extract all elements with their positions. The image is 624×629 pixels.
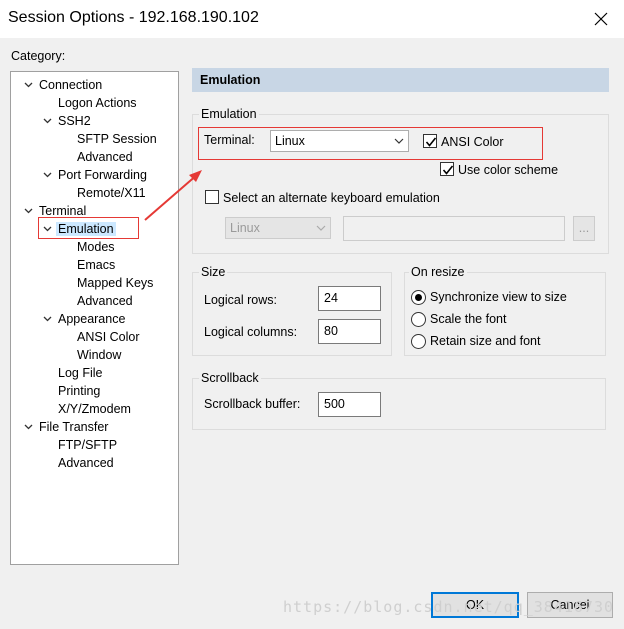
panel-header: Emulation xyxy=(192,68,609,92)
use-color-scheme-label: Use color scheme xyxy=(458,163,559,177)
close-icon xyxy=(594,12,608,26)
tree-item-window[interactable]: Window xyxy=(75,346,123,364)
annotation-box-terminal xyxy=(198,127,543,160)
tree-item-label: Remote/X11 xyxy=(77,186,146,200)
alternate-emulation-label: Select an alternate keyboard emulation xyxy=(223,191,440,205)
tree-item-connection[interactable]: Connection xyxy=(24,76,104,94)
category-tree[interactable]: Connection Logon Actions SSH2 SFTP Session A… xyxy=(10,71,179,565)
tree-item-label: X/Y/Zmodem xyxy=(58,402,131,416)
tree-item-label: Mapped Keys xyxy=(77,276,154,290)
tree-item-advanced[interactable]: Advanced xyxy=(75,292,135,310)
tree-item-label: Appearance xyxy=(58,312,126,326)
tree-item-ansi-color[interactable]: ANSI Color xyxy=(75,328,142,346)
annotation-arrow-icon xyxy=(144,170,202,221)
close-button[interactable] xyxy=(578,0,624,38)
cancel-button[interactable]: Cancel xyxy=(527,592,613,618)
window-title: Session Options - 192.168.190.102 xyxy=(8,9,259,26)
chevron-down-icon[interactable] xyxy=(42,166,52,184)
tree-item-ftp-sftp[interactable]: FTP/SFTP xyxy=(56,436,119,454)
tree-item-label: Logon Actions xyxy=(58,96,137,110)
alternate-emulation-field[interactable] xyxy=(343,216,565,241)
resize-option-radio[interactable] xyxy=(411,312,426,327)
scrollback-buffer-field[interactable]: 500 xyxy=(318,392,381,417)
size-group-title: Size xyxy=(199,265,228,279)
tree-item-label: File Transfer xyxy=(39,420,109,434)
logical-columns-field[interactable]: 80 xyxy=(318,319,381,344)
alternate-select-value: Linux xyxy=(230,221,260,235)
tree-item-label: Printing xyxy=(58,384,101,398)
tree-item-logon-actions[interactable]: Logon Actions xyxy=(56,94,139,112)
tree-item-label: Advanced xyxy=(58,456,114,470)
tree-item-label: FTP/SFTP xyxy=(58,438,118,452)
tree-item-port-forwarding[interactable]: Port Forwarding xyxy=(43,166,149,184)
ok-button[interactable]: OK xyxy=(431,592,519,618)
chevron-down-icon[interactable] xyxy=(23,202,33,220)
scrollback-group-title: Scrollback xyxy=(199,371,261,385)
browse-button[interactable]: ... xyxy=(573,216,595,241)
on-resize-group-title: On resize xyxy=(409,265,467,279)
tree-item-label: Emacs xyxy=(77,258,116,272)
tree-item-label: Port Forwarding xyxy=(58,168,147,182)
logical-rows-field[interactable]: 24 xyxy=(318,286,381,311)
chevron-down-icon[interactable] xyxy=(42,310,52,328)
logical-columns-label: Logical columns: xyxy=(204,325,298,339)
alternate-emulation-select[interactable]: Linux xyxy=(225,217,331,239)
chevron-down-icon xyxy=(316,218,326,238)
tree-item-emacs[interactable]: Emacs xyxy=(75,256,117,274)
category-label: Category: xyxy=(11,49,66,63)
tree-item-sftp-session[interactable]: SFTP Session xyxy=(75,130,159,148)
resize-option-label: Scale the font xyxy=(430,312,507,326)
title-bar: Session Options - 192.168.190.102 xyxy=(0,0,624,38)
tree-item-mapped-keys[interactable]: Mapped Keys xyxy=(75,274,155,292)
tree-item-printing[interactable]: Printing xyxy=(56,382,102,400)
tree-item-label: Advanced xyxy=(77,294,133,308)
tree-item-appearance[interactable]: Appearance xyxy=(43,310,127,328)
resize-option-label: Synchronize view to size xyxy=(430,290,567,304)
resize-option-radio[interactable] xyxy=(411,290,426,305)
tree-item-label: Window xyxy=(77,348,122,362)
tree-item-label: Terminal xyxy=(39,204,87,218)
chevron-down-icon[interactable] xyxy=(23,76,33,94)
tree-item-label: SSH2 xyxy=(58,114,91,128)
emulation-group-title: Emulation xyxy=(199,107,259,121)
tree-item-advanced[interactable]: Advanced xyxy=(56,454,116,472)
tree-item-modes[interactable]: Modes xyxy=(75,238,117,256)
tree-item-label: Connection xyxy=(39,78,103,92)
chevron-down-icon[interactable] xyxy=(23,418,33,436)
resize-option-radio[interactable] xyxy=(411,334,426,349)
resize-option-label: Retain size and font xyxy=(430,334,541,348)
tree-item-label: Modes xyxy=(77,240,115,254)
tree-item-log-file[interactable]: Log File xyxy=(56,364,104,382)
checkmark-icon xyxy=(442,165,454,175)
logical-rows-label: Logical rows: xyxy=(204,293,277,307)
tree-item-advanced[interactable]: Advanced xyxy=(75,148,135,166)
radio-selected-dot xyxy=(415,294,422,301)
tree-item-label: Log File xyxy=(58,366,103,380)
tree-item-x-y-zmodem[interactable]: X/Y/Zmodem xyxy=(56,400,133,418)
scrollback-buffer-label: Scrollback buffer: xyxy=(204,397,301,411)
tree-item-file-transfer[interactable]: File Transfer xyxy=(24,418,110,436)
tree-item-label: SFTP Session xyxy=(77,132,157,146)
annotation-box-emulation xyxy=(38,217,139,239)
tree-item-label: ANSI Color xyxy=(77,330,140,344)
tree-item-ssh2[interactable]: SSH2 xyxy=(43,112,93,130)
tree-item-remote-x11[interactable]: Remote/X11 xyxy=(75,184,148,202)
use-color-scheme-checkbox[interactable] xyxy=(440,162,454,176)
tree-item-label: Advanced xyxy=(77,150,133,164)
chevron-down-icon[interactable] xyxy=(42,112,52,130)
